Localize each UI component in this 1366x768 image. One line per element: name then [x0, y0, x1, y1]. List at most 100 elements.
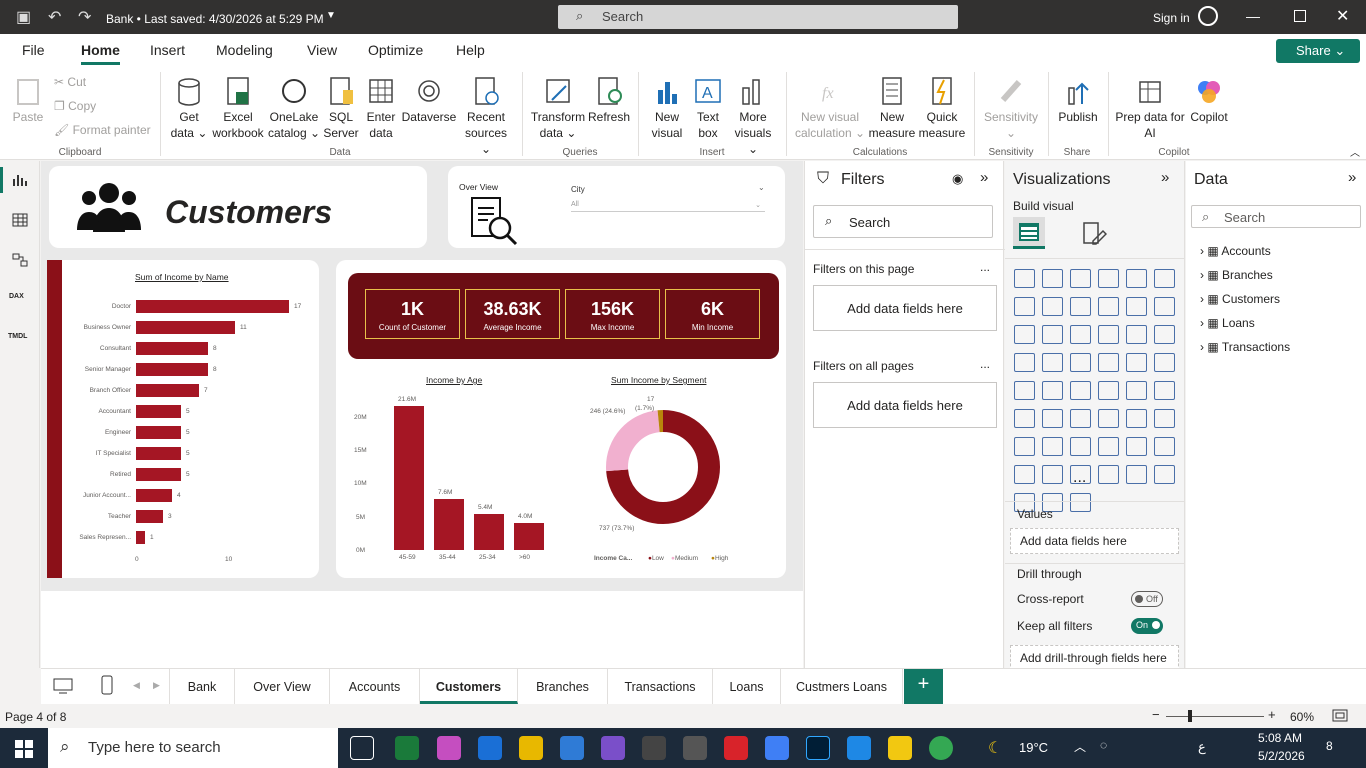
all-pages-filter-drop-zone[interactable]: Add data fields here [813, 382, 997, 428]
visual-type-icon[interactable] [1070, 437, 1091, 456]
add-page-button[interactable]: + [904, 669, 943, 704]
filters-search-input[interactable]: ⌕ Search [813, 205, 993, 238]
visual-type-icon[interactable] [1154, 437, 1175, 456]
publish-button[interactable]: Publish [1054, 76, 1102, 125]
tmdl-view-icon[interactable]: TMDL [8, 333, 27, 340]
overview-button-icon[interactable] [470, 196, 520, 246]
prev-page-icon[interactable]: ◀ [133, 680, 140, 691]
page-tab-bank[interactable]: Bank [169, 669, 235, 704]
visual-type-icon[interactable] [1098, 325, 1119, 344]
notification-count[interactable]: 8 [1326, 739, 1333, 753]
visual-type-icon[interactable] [1098, 465, 1119, 484]
visual-type-icon[interactable] [1098, 437, 1119, 456]
tab-insert[interactable]: Insert [150, 42, 185, 58]
undo-icon[interactable]: ↶ [48, 7, 61, 27]
store-icon[interactable] [560, 736, 584, 760]
next-page-icon[interactable]: ▶ [153, 680, 160, 691]
collapse-viz-icon[interactable]: » [1161, 169, 1169, 186]
visual-type-icon[interactable] [1154, 297, 1175, 316]
bar[interactable] [136, 531, 145, 544]
page-tab-overview[interactable]: Over View [235, 669, 330, 704]
enter-data-button[interactable]: Enter data [362, 76, 400, 141]
visual-type-icon[interactable] [1154, 269, 1175, 288]
visual-type-icon[interactable] [1014, 437, 1035, 456]
collapse-data-icon[interactable]: » [1348, 169, 1356, 186]
visual-type-icon[interactable] [1070, 381, 1091, 400]
prep-data-ai-button[interactable]: Prep data for AI [1114, 76, 1186, 141]
table-transactions[interactable]: › ▦ Transactions [1200, 340, 1290, 354]
sql-server-button[interactable]: SQL Server [322, 76, 360, 141]
table-loans[interactable]: › ▦ Loans [1200, 316, 1255, 330]
language-indicator[interactable]: ع [1198, 739, 1206, 755]
visual-type-icon[interactable] [1098, 381, 1119, 400]
sign-in-link[interactable]: Sign in [1153, 11, 1190, 25]
bar[interactable] [136, 363, 208, 376]
outlook-icon[interactable] [478, 736, 502, 760]
new-visual-calculation-button[interactable]: fx New visual calculation ⌄ [794, 76, 866, 141]
visual-type-icon[interactable] [1070, 297, 1091, 316]
table-view-icon[interactable] [12, 213, 28, 227]
visual-type-icon[interactable] [1126, 409, 1147, 428]
copilot-app-icon[interactable] [437, 736, 461, 760]
onelake-catalog-button[interactable]: OneLake catalog ⌄ [266, 76, 322, 141]
table-accounts[interactable]: › ▦ Accounts [1200, 244, 1271, 258]
refresh-button[interactable]: Refresh [586, 76, 632, 125]
page-filter-drop-zone[interactable]: Add data fields here [813, 285, 997, 331]
visual-type-icon[interactable] [1042, 465, 1063, 484]
collapse-filters-icon[interactable]: » [980, 169, 988, 186]
collapse-ribbon-icon[interactable]: ︿ [1350, 144, 1360, 159]
clock-date[interactable]: 5/2/2026 [1258, 749, 1305, 763]
visual-type-icon[interactable] [1126, 353, 1147, 372]
quick-measure-button[interactable]: Quick measure [918, 76, 966, 141]
tab-file[interactable]: File [22, 42, 45, 58]
paste-button[interactable]: Paste [10, 76, 46, 125]
dataverse-button[interactable]: Dataverse [400, 76, 458, 125]
visual-type-icon[interactable] [1014, 381, 1035, 400]
excel-workbook-button[interactable]: Excel workbook [210, 76, 266, 141]
values-drop-zone[interactable]: Add data fields here [1010, 528, 1179, 554]
tab-optimize[interactable]: Optimize [368, 42, 423, 58]
visual-type-icon[interactable] [1126, 269, 1147, 288]
visual-type-icon[interactable] [1070, 353, 1091, 372]
chevron-down-icon[interactable]: ⌄ [758, 183, 765, 192]
visual-type-icon[interactable] [1042, 353, 1063, 372]
powerbi-icon[interactable] [888, 736, 912, 760]
visual-type-icon[interactable] [1070, 325, 1091, 344]
visual-type-icon[interactable] [1098, 409, 1119, 428]
visual-type-icon[interactable] [1014, 297, 1035, 316]
visual-type-icon[interactable] [1126, 325, 1147, 344]
visual-type-icon[interactable] [1014, 465, 1035, 484]
bar[interactable] [474, 514, 504, 550]
cut-button[interactable]: ✂ Cut [54, 75, 86, 89]
report-view-icon[interactable] [12, 173, 28, 187]
visual-type-icon[interactable] [1070, 493, 1091, 512]
visual-type-icon[interactable] [1042, 437, 1063, 456]
maximize-icon[interactable] [1294, 10, 1306, 22]
task-view-icon[interactable] [350, 736, 374, 760]
visual-type-icon[interactable] [1014, 409, 1035, 428]
dax-query-icon[interactable]: DAX [9, 293, 24, 300]
bar[interactable] [136, 384, 199, 397]
visual-type-icon[interactable] [1042, 381, 1063, 400]
copy-button[interactable]: ❐ Copy [54, 99, 96, 113]
zoom-slider[interactable] [1166, 716, 1264, 717]
bar[interactable] [136, 405, 181, 418]
visual-type-icon[interactable] [1126, 437, 1147, 456]
table-customers[interactable]: › ▦ Customers [1200, 292, 1280, 306]
close-icon[interactable]: ✕ [1336, 6, 1349, 26]
data-search-input[interactable]: ⌕ Search [1191, 205, 1361, 228]
pycharm-icon[interactable] [395, 736, 419, 760]
visual-type-icon[interactable] [1154, 353, 1175, 372]
visual-type-icon[interactable] [1126, 465, 1147, 484]
bar[interactable] [136, 300, 289, 313]
minimize-icon[interactable]: — [1246, 8, 1260, 24]
table-branches[interactable]: › ▦ Branches [1200, 268, 1273, 282]
visual-type-icon[interactable] [1126, 381, 1147, 400]
show-hidden-icons-icon[interactable]: ︿ [1074, 738, 1086, 755]
bar[interactable] [136, 510, 163, 523]
visual-type-icon[interactable] [1098, 353, 1119, 372]
visual-type-icon[interactable] [1042, 325, 1063, 344]
global-search-input[interactable]: ⌕ Search [558, 5, 958, 29]
recent-sources-button[interactable]: Recent sources ⌄ [460, 76, 512, 157]
bar[interactable] [136, 342, 208, 355]
